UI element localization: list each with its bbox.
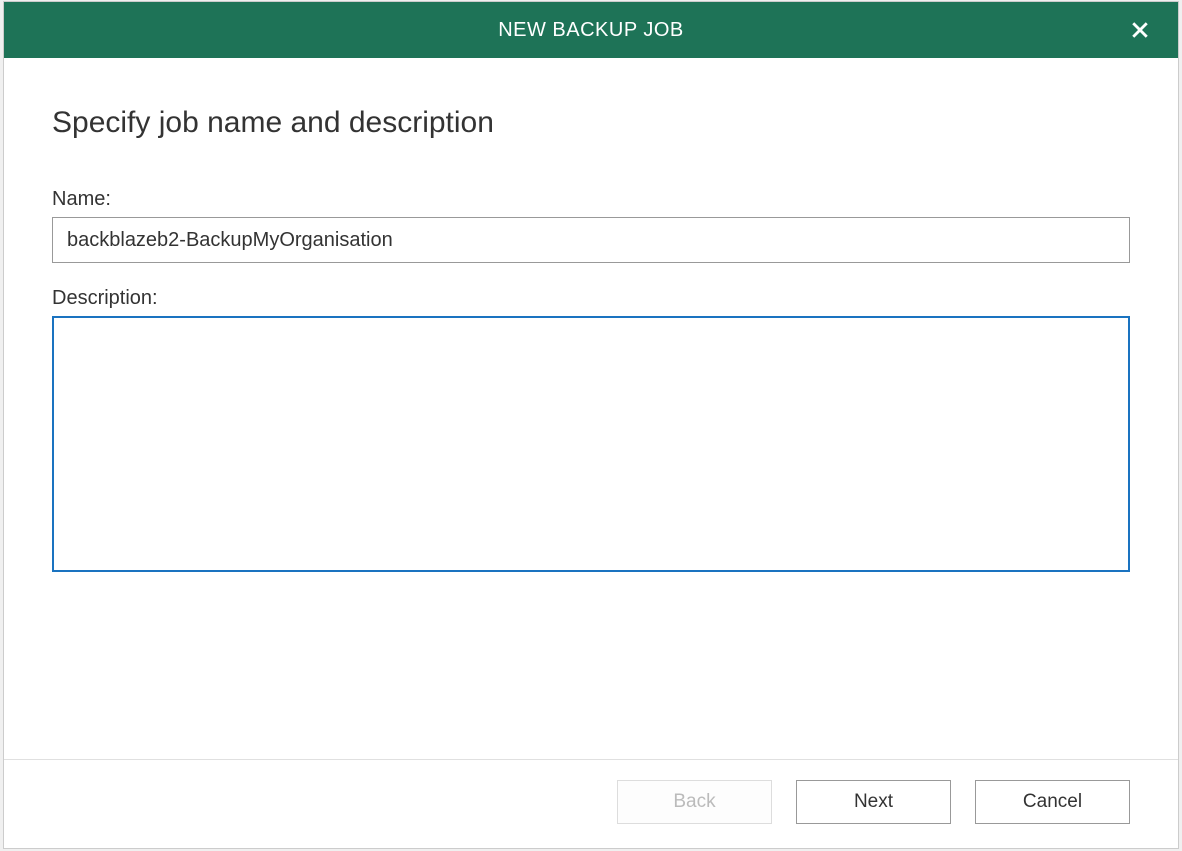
dialog-title: NEW BACKUP JOB: [498, 19, 684, 42]
close-icon: [1131, 21, 1149, 39]
dialog-footer: Back Next Cancel: [4, 759, 1178, 848]
new-backup-job-dialog: NEW BACKUP JOB Specify job name and desc…: [3, 1, 1179, 849]
name-input[interactable]: [52, 217, 1130, 263]
titlebar: NEW BACKUP JOB: [4, 2, 1178, 58]
description-input[interactable]: [52, 316, 1130, 572]
next-button[interactable]: Next: [796, 780, 951, 824]
name-field-group: Name:: [52, 188, 1130, 263]
close-button[interactable]: [1124, 14, 1156, 46]
description-label: Description:: [52, 287, 1130, 310]
description-field-group: Description:: [52, 287, 1130, 577]
back-button[interactable]: Back: [617, 780, 772, 824]
name-label: Name:: [52, 188, 1130, 211]
page-heading: Specify job name and description: [52, 106, 1130, 140]
cancel-button[interactable]: Cancel: [975, 780, 1130, 824]
dialog-content: Specify job name and description Name: D…: [4, 58, 1178, 759]
